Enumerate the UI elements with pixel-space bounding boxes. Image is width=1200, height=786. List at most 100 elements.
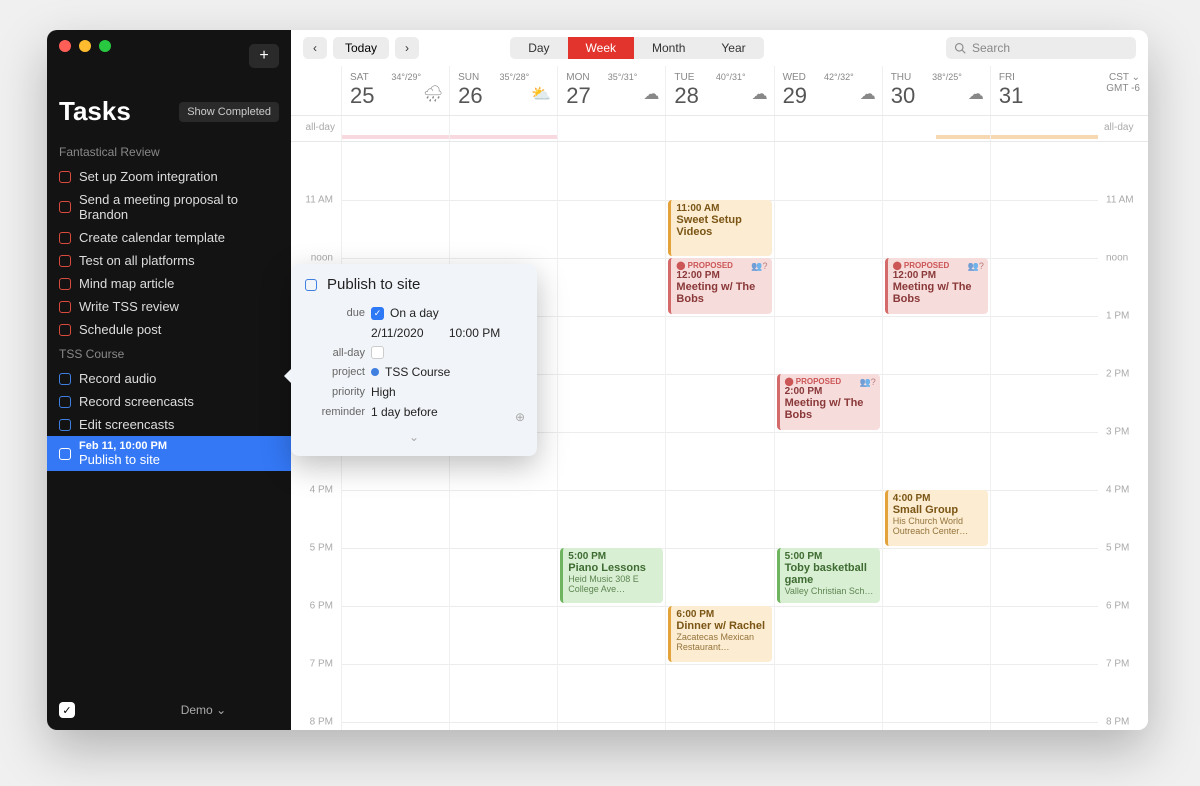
day-column-fri[interactable] — [990, 142, 1098, 730]
checkbox-icon[interactable] — [59, 373, 71, 385]
weather-icon: 🌧 — [423, 84, 443, 104]
sidebar-title: Tasks — [59, 96, 131, 127]
toolbar: ‹ Today › Day Week Month Year Search — [291, 30, 1148, 66]
chevron-right-icon: › — [395, 37, 419, 59]
today-button[interactable]: Today — [333, 37, 389, 59]
day-header[interactable]: MON2735°/31°☁ — [557, 66, 665, 115]
task-label: Edit screencasts — [79, 417, 174, 432]
popover-title[interactable]: Publish to site — [327, 276, 420, 293]
checkbox-icon[interactable] — [59, 171, 71, 183]
attendees-icon: 👥? — [751, 261, 767, 272]
checkbox-icon[interactable] — [59, 301, 71, 313]
event[interactable]: 5:00 PM Piano Lessons Heid Music 308 E C… — [560, 548, 663, 603]
task-item[interactable]: Send a meeting proposal to Brandon — [47, 188, 291, 226]
day-header[interactable]: WED2942°/32°☁ — [774, 66, 882, 115]
priority-picker[interactable]: High — [371, 385, 523, 399]
checkbox-icon[interactable] — [59, 232, 71, 244]
checkbox-icon[interactable] — [59, 255, 71, 267]
checkbox-icon[interactable] — [59, 201, 71, 213]
task-item[interactable]: Record audio — [47, 367, 291, 390]
task-due: Feb 11, 10:00 PM — [79, 440, 167, 452]
task-label: Test on all platforms — [79, 253, 195, 268]
project-color-icon — [371, 368, 379, 376]
search-input[interactable]: Search — [946, 37, 1136, 59]
calendar-set-menu[interactable]: Demo ⌄ — [181, 703, 226, 717]
allday-label: all-day — [1098, 116, 1148, 141]
due-time[interactable]: 10:00 PM — [449, 326, 500, 340]
timezone-menu[interactable]: CST ⌄GMT -6 — [1098, 66, 1148, 115]
task-item[interactable]: Schedule post — [47, 318, 291, 341]
day-header[interactable]: TUE2840°/31°☁ — [665, 66, 773, 115]
view-week[interactable]: Week — [568, 37, 634, 59]
task-item-selected[interactable]: Feb 11, 10:00 PM Publish to site — [47, 436, 291, 471]
weather-icon: ☁ — [860, 84, 876, 104]
allday-checkbox[interactable] — [371, 346, 384, 359]
event[interactable]: 👥? ⬤ PROPOSED 2:00 PM Meeting w/ The Bob… — [777, 374, 880, 430]
checkbox-icon[interactable] — [59, 448, 71, 460]
day-column-thu[interactable]: 👥? ⬤ PROPOSED 12:00 PM Meeting w/ The Bo… — [882, 142, 990, 730]
search-icon — [954, 42, 966, 54]
event[interactable]: 11:00 AM Sweet Setup Videos — [668, 200, 771, 256]
checkbox-icon[interactable] — [59, 396, 71, 408]
day-header[interactable]: SUN2635°/28°⛅ — [449, 66, 557, 115]
event[interactable]: 👥? ⬤ PROPOSED 12:00 PM Meeting w/ The Bo… — [885, 258, 988, 314]
allday-event[interactable] — [450, 135, 557, 139]
day-column-tue[interactable]: 11:00 AM Sweet Setup Videos 👥? ⬤ PROPOSE… — [665, 142, 773, 730]
event[interactable]: 6:00 PM Dinner w/ Rachel Zacatecas Mexic… — [668, 606, 771, 662]
checkbox-icon[interactable] — [59, 278, 71, 290]
event[interactable]: 4:00 PM Small Group His Church World Out… — [885, 490, 988, 546]
task-item[interactable]: Mind map article — [47, 272, 291, 295]
weather-icon: ☁ — [752, 84, 768, 104]
view-day[interactable]: Day — [510, 37, 567, 59]
task-label: Write TSS review — [79, 299, 179, 314]
task-item[interactable]: Write TSS review — [47, 295, 291, 318]
day-column-mon[interactable]: 5:00 PM Piano Lessons Heid Music 308 E C… — [557, 142, 665, 730]
checkbox-icon[interactable] — [59, 324, 71, 336]
day-column-wed[interactable]: 👥? ⬤ PROPOSED 2:00 PM Meeting w/ The Bob… — [774, 142, 882, 730]
due-date[interactable]: 2/11/2020 — [371, 326, 424, 340]
task-item[interactable]: Create calendar template — [47, 226, 291, 249]
weather-icon: ⛅ — [531, 84, 551, 104]
view-month[interactable]: Month — [634, 37, 703, 59]
task-label: Set up Zoom integration — [79, 169, 218, 184]
task-group-header[interactable]: Fantastical Review — [47, 139, 291, 165]
task-item[interactable]: Record screencasts — [47, 390, 291, 413]
tasks-toggle-icon[interactable]: ✓ — [59, 702, 75, 718]
close-button[interactable] — [59, 40, 71, 52]
app-window: + Tasks Show Completed Fantastical Revie… — [47, 30, 1148, 730]
event[interactable]: 👥? ⬤ PROPOSED 12:00 PM Meeting w/ The Bo… — [668, 258, 771, 314]
weather-icon: ☁ — [968, 84, 984, 104]
task-label: Schedule post — [79, 322, 161, 337]
add-reminder-button[interactable]: ⊕ — [515, 410, 525, 424]
nav-next[interactable]: › — [395, 37, 419, 59]
expand-toggle[interactable]: ⌄ — [305, 430, 523, 444]
nav-prev[interactable]: ‹ — [303, 37, 327, 59]
task-item[interactable]: Edit screencasts — [47, 413, 291, 436]
maximize-button[interactable] — [99, 40, 111, 52]
show-completed-button[interactable]: Show Completed — [179, 102, 279, 122]
project-picker[interactable]: TSS Course — [371, 365, 523, 379]
allday-event[interactable] — [936, 135, 990, 139]
day-header[interactable]: FRI31 — [990, 66, 1098, 115]
task-group-header[interactable]: TSS Course — [47, 341, 291, 367]
checkbox-icon[interactable] — [59, 419, 71, 431]
due-checkbox[interactable]: ✓ — [371, 307, 384, 320]
add-button[interactable]: + — [249, 44, 279, 68]
allday-event[interactable] — [342, 135, 449, 139]
weather-icon: ☁ — [643, 84, 659, 104]
day-header[interactable]: SAT2534°/29°🌧 — [341, 66, 449, 115]
task-label: Record audio — [79, 371, 156, 386]
reminder-picker[interactable]: 1 day before — [371, 405, 523, 419]
task-item[interactable]: Test on all platforms — [47, 249, 291, 272]
minimize-button[interactable] — [79, 40, 91, 52]
checkbox-icon[interactable] — [305, 279, 317, 291]
allday-row: all-day all-day — [291, 116, 1148, 142]
allday-event[interactable] — [991, 135, 1098, 139]
sidebar: + Tasks Show Completed Fantastical Revie… — [47, 30, 291, 730]
task-item[interactable]: Set up Zoom integration — [47, 165, 291, 188]
task-label: Send a meeting proposal to Brandon — [79, 192, 279, 222]
event[interactable]: 5:00 PM Toby basketball game Valley Chri… — [777, 548, 880, 603]
view-year[interactable]: Year — [703, 37, 763, 59]
allday-label: all-day — [291, 116, 341, 141]
day-header[interactable]: THU3038°/25°☁ — [882, 66, 990, 115]
